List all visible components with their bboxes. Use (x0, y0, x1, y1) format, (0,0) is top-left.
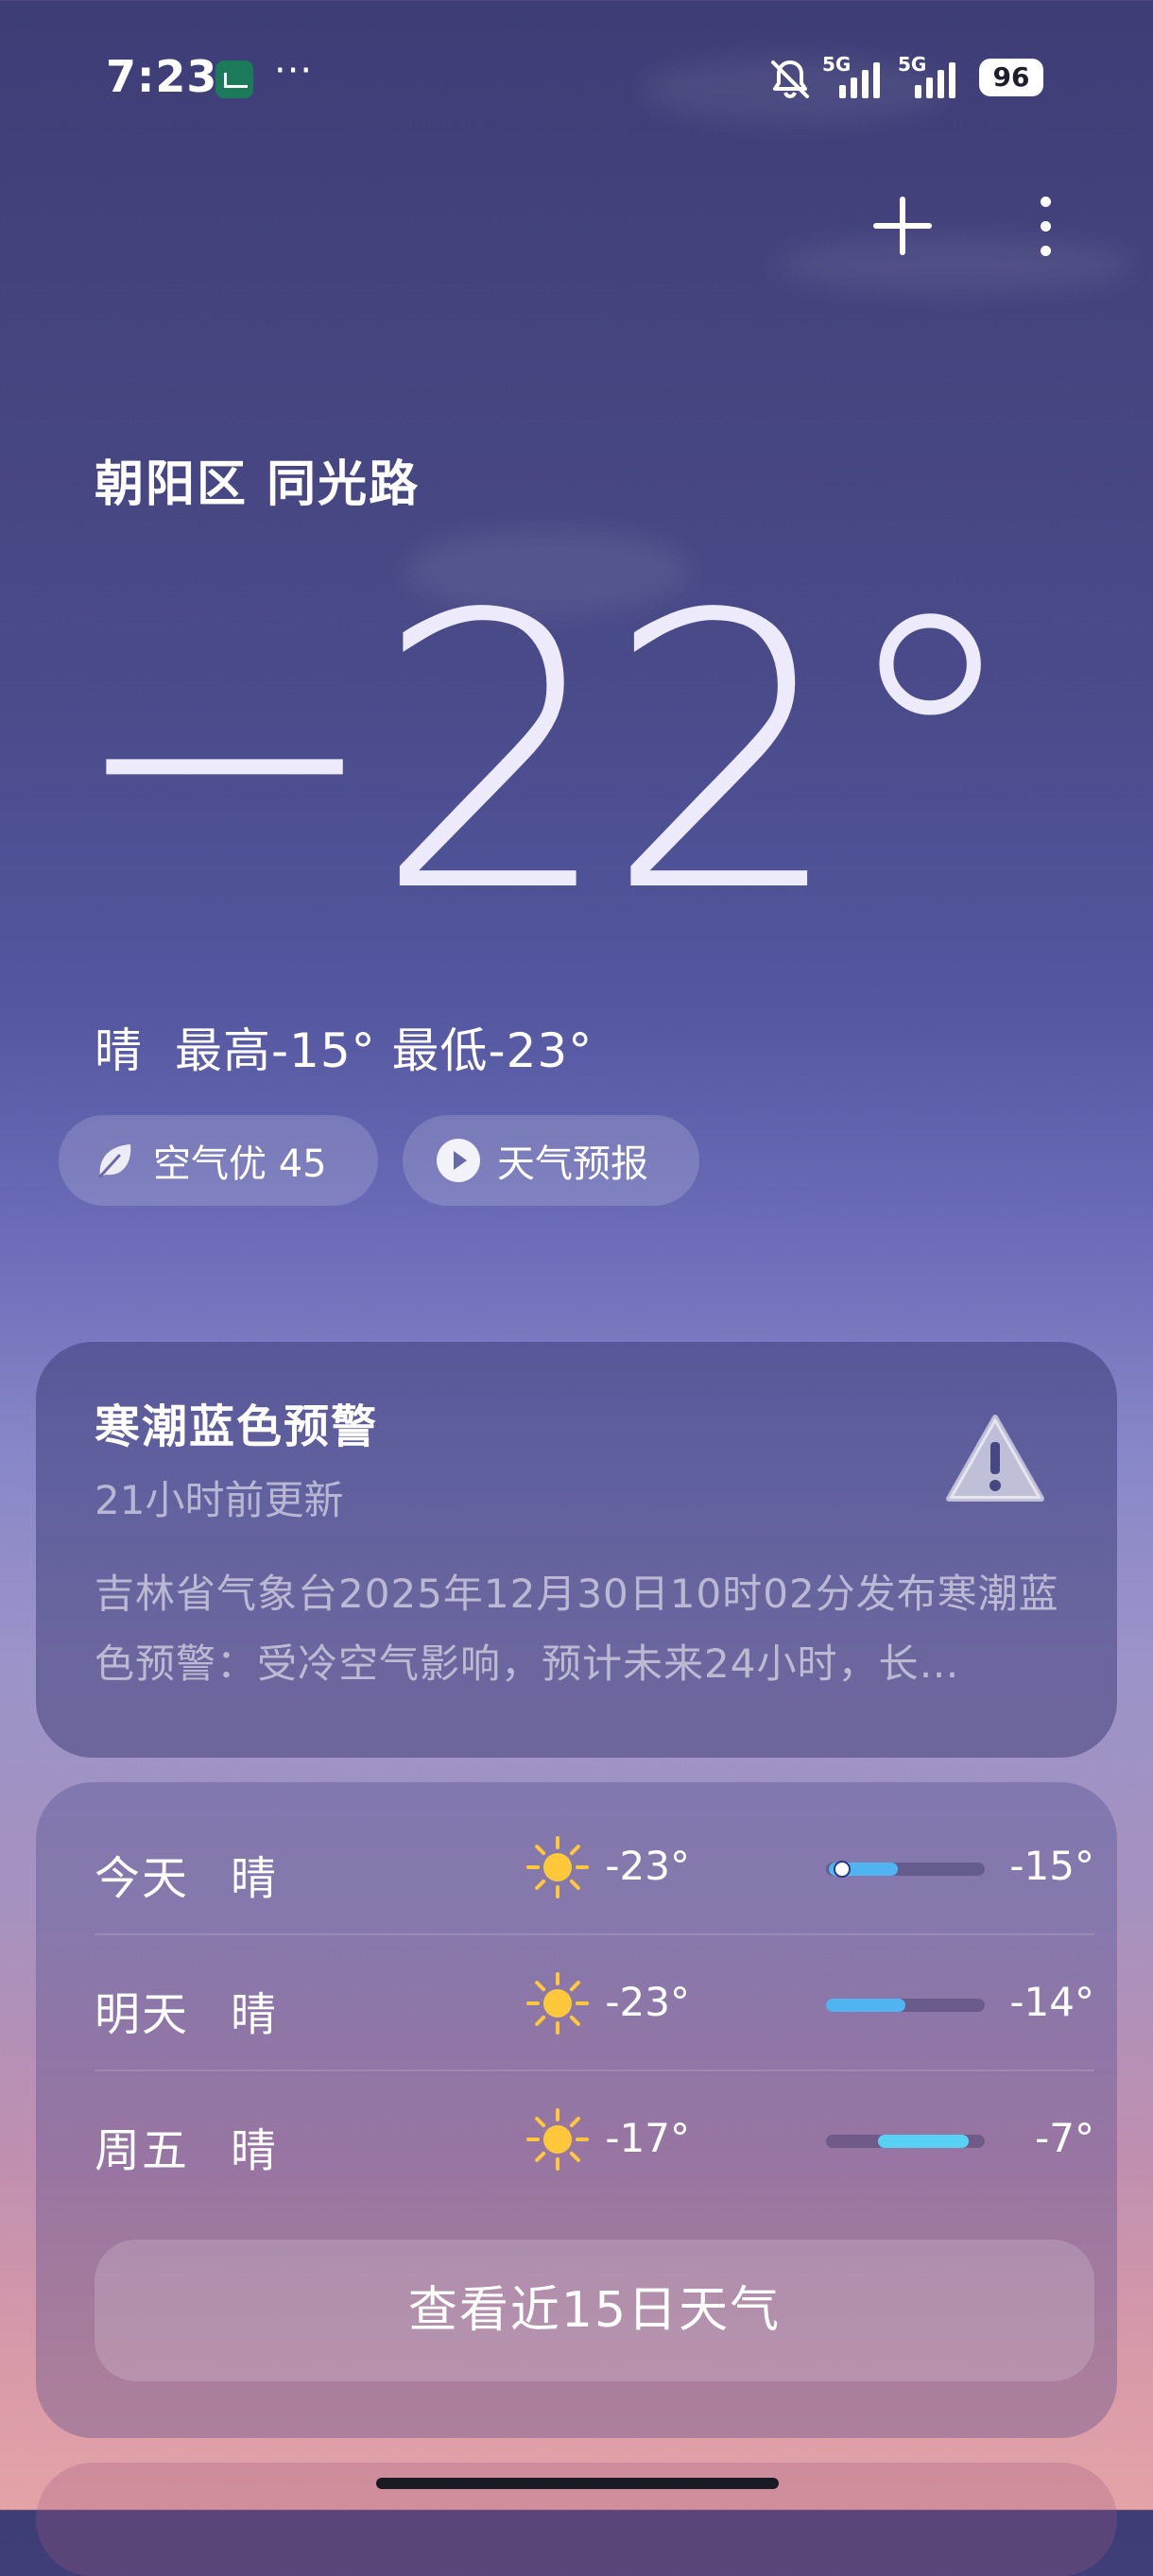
more-notifications-icon: ··· (274, 49, 314, 93)
mute-icon (771, 60, 809, 99)
alert-updated-time: 21小时前更新 (95, 1477, 344, 1523)
play-icon (437, 1139, 480, 1182)
temperature-range-bar (826, 1861, 985, 1878)
app-notification-icon (215, 60, 253, 98)
background-cloud (775, 236, 1134, 293)
alert-body: 吉林省气象台2025年12月30日10时02分发布寒潮蓝色预警：受冷空气影响，预… (95, 1571, 1059, 1687)
current-temp-marker (833, 1861, 851, 1878)
forecast-day-label: 今天 (95, 1852, 190, 1905)
signal-sim1-icon: 5G (822, 53, 888, 98)
home-indicator[interactable] (376, 2478, 779, 2489)
forecast-row[interactable]: 今天晴 -23° -15° (95, 1801, 1094, 1935)
more-menu-button[interactable] (1028, 193, 1062, 259)
forecast-low-temp: -23° (605, 1843, 690, 1889)
high-low-temperature: 最高-15° 最低-23° (175, 1023, 594, 1078)
signal-sim2-icon: 5G (898, 53, 964, 98)
forecast-low-temp: -17° (605, 2115, 690, 2161)
forecast-card: 今天晴 -23° -15° 明天晴 -23° -14° 周五晴 -17° -7° 查看近15日天… (36, 1782, 1117, 2438)
row-divider (95, 2069, 1094, 2071)
alert-title: 寒潮蓝色预警 (95, 1400, 379, 1453)
view-15-day-button[interactable]: 查看近15日天气 (95, 2240, 1094, 2381)
weather-forecast-label: 天气预报 (497, 1142, 648, 1186)
weather-forecast-video-chip[interactable]: 天气预报 (403, 1115, 699, 1206)
condition-line: 晴最高-15° 最低-23° (95, 1013, 593, 1081)
temperature-range-bar (826, 1999, 985, 2012)
forecast-row[interactable]: 明天晴 -23° -14° (95, 1937, 1094, 2071)
forecast-day-label: 周五 (95, 2124, 190, 2177)
forecast-condition-label: 晴 (231, 2124, 277, 2177)
temperature-range-fill (826, 1999, 905, 2012)
forecast-high-temp: -15° (1009, 1843, 1094, 1889)
cold-wave-alert-card[interactable]: 寒潮蓝色预警 21小时前更新 吉林省气象台2025年12月30日10时02分发布… (36, 1342, 1117, 1758)
forecast-low-temp: -23° (605, 1979, 690, 2025)
status-bar: 7:23 ··· 5G 5G 96 (0, 0, 1153, 151)
current-temperature: −22° (66, 536, 1024, 975)
forecast-high-temp: -14° (1009, 1979, 1094, 2025)
forecast-row[interactable]: 周五晴 -17° -7° (95, 2073, 1094, 2207)
forecast-condition-label: 晴 (231, 1988, 277, 2041)
leaf-icon (98, 1144, 131, 1178)
forecast-high-temp: -7° (1035, 2115, 1094, 2161)
status-time: 7:23 (106, 51, 218, 102)
warning-icon (946, 1415, 1044, 1502)
forecast-condition-label: 晴 (231, 1852, 277, 1905)
battery-icon: 96 (979, 59, 1043, 96)
forecast-day-label: 明天 (95, 1988, 190, 2041)
location-label[interactable]: 朝阳区 同光路 (95, 444, 420, 515)
add-city-button[interactable] (869, 193, 936, 259)
temperature-range-bar (826, 2135, 985, 2148)
temperature-range-fill (878, 2135, 970, 2148)
current-condition: 晴 (95, 1023, 143, 1078)
air-quality-chip[interactable]: 空气优 45 (59, 1115, 378, 1206)
air-quality-label: 空气优 45 (153, 1142, 327, 1186)
row-divider (95, 1933, 1094, 1935)
